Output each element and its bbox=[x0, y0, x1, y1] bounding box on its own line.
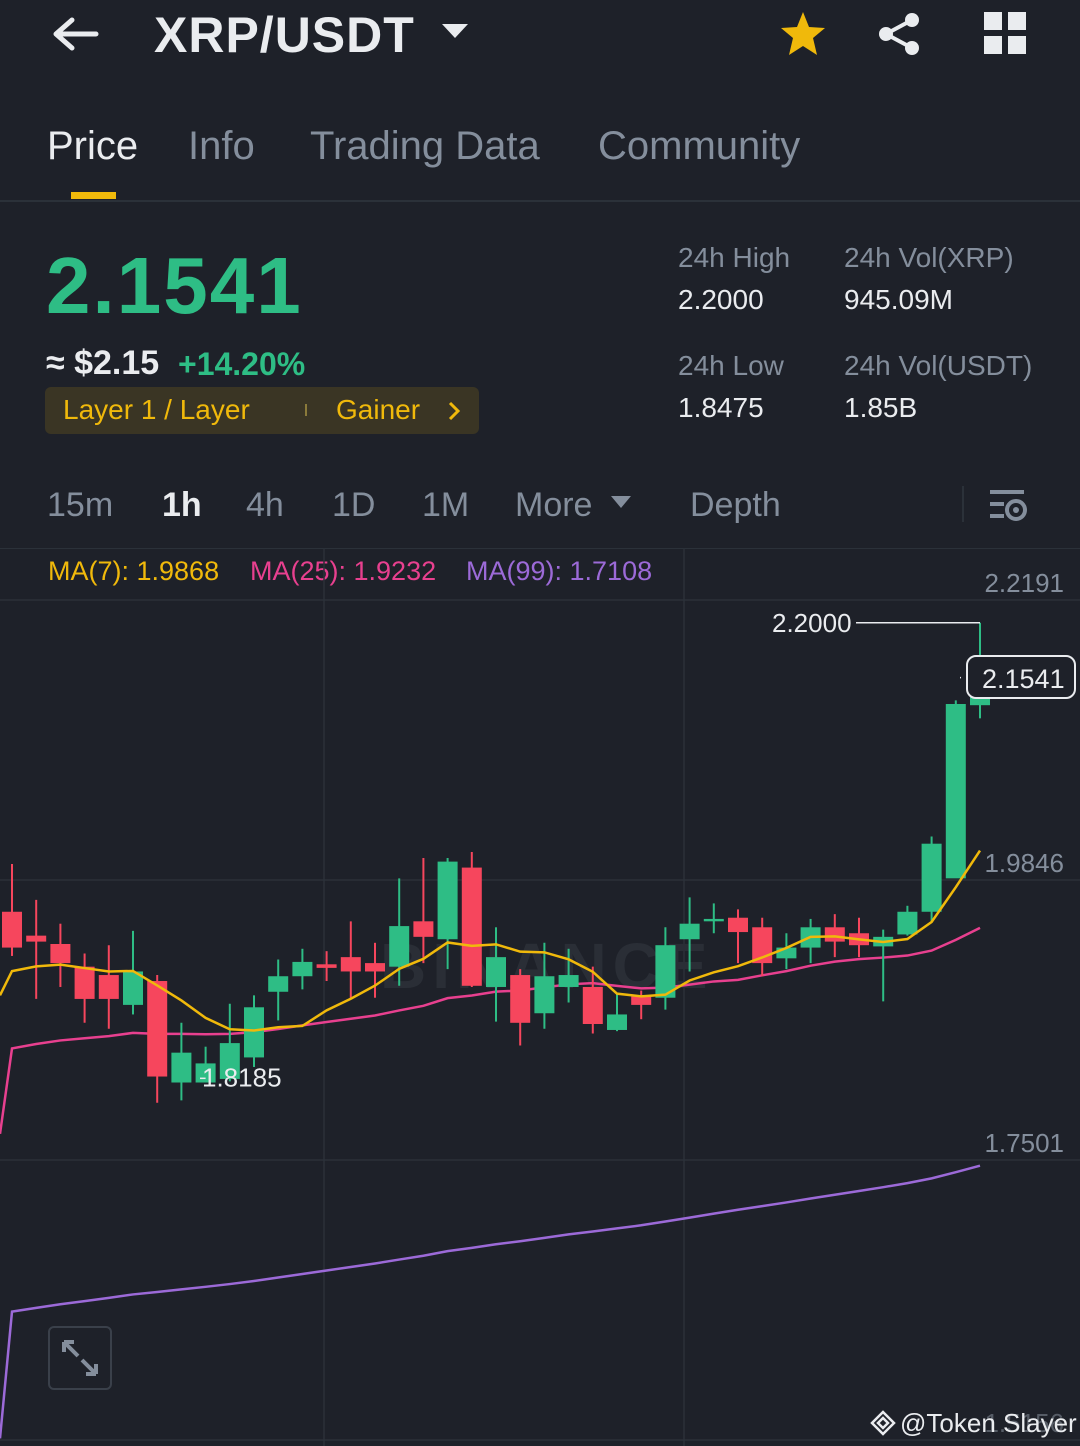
price-change-percent: +14.20% bbox=[178, 346, 306, 382]
candle-body bbox=[437, 861, 458, 940]
y-tick-label: 1.7501 bbox=[984, 1128, 1064, 1158]
category-tag[interactable]: Layer 1 / Layer bbox=[63, 394, 250, 426]
grid-menu-icon[interactable] bbox=[984, 12, 1028, 61]
candle-body bbox=[607, 1014, 627, 1030]
low-marker-label: 1.8185 bbox=[202, 1062, 282, 1092]
high-marker-label: 2.2000 bbox=[772, 608, 852, 638]
binance-logo-icon bbox=[870, 1410, 896, 1441]
candle-body bbox=[897, 911, 918, 935]
chevron-right-icon[interactable] bbox=[446, 400, 462, 427]
stat-vol-base-value: 945.09M bbox=[844, 284, 953, 315]
candle-body bbox=[582, 986, 603, 1024]
pair-dropdown-icon[interactable] bbox=[440, 20, 470, 49]
share-icon[interactable] bbox=[876, 12, 924, 61]
more-dropdown-icon[interactable] bbox=[610, 494, 632, 515]
candle-body bbox=[340, 957, 361, 972]
interval-4h[interactable]: 4h bbox=[246, 486, 284, 525]
ma99-line bbox=[0, 1164, 981, 1439]
expand-icon bbox=[62, 1340, 98, 1376]
candle-body bbox=[945, 704, 966, 879]
candle-body bbox=[268, 976, 289, 992]
candle-body bbox=[244, 1007, 264, 1058]
y-tick-label: 1.9846 bbox=[984, 848, 1064, 878]
interval-more[interactable]: More bbox=[515, 486, 592, 525]
fiat-price: ≈ $2.15 bbox=[46, 344, 160, 382]
candle-body bbox=[74, 966, 95, 999]
tab-price[interactable]: Price bbox=[47, 124, 138, 169]
candle-body bbox=[461, 867, 482, 986]
last-price: 2.1541 bbox=[46, 241, 303, 330]
tag-separator bbox=[305, 404, 307, 416]
y-tick-label: 2.2191 bbox=[984, 568, 1064, 598]
candle-body bbox=[316, 964, 337, 968]
candle-body bbox=[824, 927, 845, 942]
candle-body bbox=[26, 935, 47, 942]
candle-body bbox=[631, 996, 652, 1005]
stat-low-value: 1.8475 bbox=[678, 392, 764, 423]
depth-tab[interactable]: Depth bbox=[690, 486, 781, 525]
candle-body bbox=[365, 963, 385, 972]
candle-body bbox=[98, 975, 119, 999]
favorite-star-icon[interactable] bbox=[778, 10, 828, 63]
candle-body bbox=[921, 843, 942, 912]
candle-body bbox=[2, 911, 22, 948]
candle-body bbox=[558, 975, 579, 987]
chart-settings-icon[interactable] bbox=[988, 488, 1028, 529]
stat-vol-quote-label: 24h Vol(USDT) bbox=[844, 350, 1033, 381]
toolbar-divider bbox=[962, 486, 964, 522]
interval-1m[interactable]: 1M bbox=[422, 486, 469, 525]
stat-vol-quote-value: 1.85B bbox=[844, 392, 918, 423]
candle-body bbox=[147, 981, 168, 1077]
candle-body bbox=[50, 944, 71, 964]
stat-high-value: 2.2000 bbox=[678, 284, 764, 315]
tab-community[interactable]: Community bbox=[598, 124, 800, 169]
candle-body bbox=[171, 1052, 192, 1083]
candle-body bbox=[703, 918, 724, 922]
candle-body bbox=[389, 926, 410, 967]
candle-body bbox=[728, 917, 748, 933]
stat-vol-base-label: 24h Vol(XRP) bbox=[844, 242, 1014, 273]
back-button[interactable] bbox=[48, 12, 104, 56]
gainer-tag[interactable]: Gainer bbox=[336, 394, 420, 426]
candlestick-chart[interactable]: BINANCE 2.20001.8185 bbox=[0, 548, 1080, 1446]
active-tab-indicator bbox=[71, 192, 116, 199]
candle-body bbox=[486, 957, 506, 987]
interval-1d[interactable]: 1D bbox=[332, 486, 375, 525]
candle-body bbox=[679, 923, 700, 940]
tab-trading-data[interactable]: Trading Data bbox=[310, 124, 540, 169]
interval-15m[interactable]: 15m bbox=[47, 486, 113, 525]
stat-low-label: 24h Low bbox=[678, 350, 784, 381]
current-price-label: 2.1541 bbox=[982, 664, 1065, 694]
tabs-divider bbox=[0, 200, 1080, 202]
credit-text: @Token Slayer bbox=[900, 1408, 1077, 1438]
back-arrow-icon bbox=[53, 17, 99, 51]
candle-body bbox=[292, 961, 313, 977]
tab-info[interactable]: Info bbox=[188, 124, 255, 169]
pair-title[interactable]: XRP/USDT bbox=[154, 6, 415, 64]
candle-body bbox=[413, 921, 434, 937]
stat-high-label: 24h High bbox=[678, 242, 791, 273]
candle-body bbox=[534, 976, 555, 1014]
interval-1h[interactable]: 1h bbox=[162, 486, 202, 525]
candle-body bbox=[510, 975, 531, 1023]
fullscreen-button[interactable] bbox=[48, 1326, 112, 1390]
